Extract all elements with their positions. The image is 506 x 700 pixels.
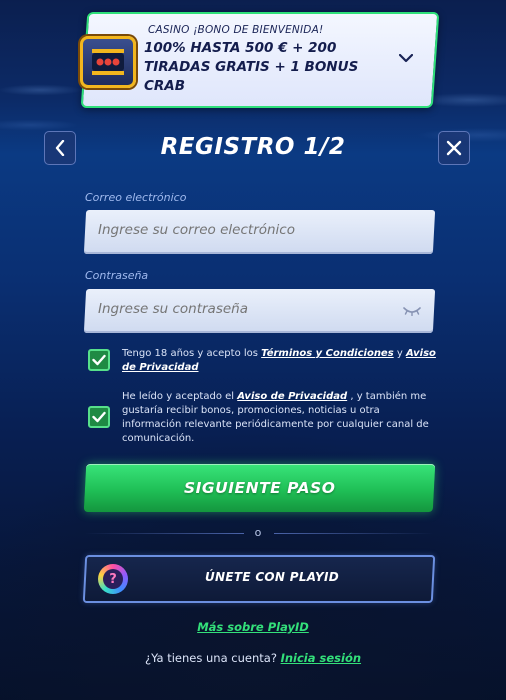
bonus-offer-line: CRAB bbox=[144, 78, 186, 94]
page-title: REGISTRO 1/2 bbox=[160, 134, 346, 160]
consent-text: He leído y aceptado el bbox=[122, 391, 238, 402]
email-input[interactable] bbox=[98, 222, 398, 238]
more-playid-link[interactable]: Más sobre PlayID bbox=[0, 620, 506, 634]
next-step-button[interactable]: SIGUIENTE PASO bbox=[83, 464, 436, 512]
bonus-offer-text: 100% HASTA 500 € + 200 TIRADAS GRATIS + … bbox=[144, 39, 384, 96]
consent-text: Tengo 18 años y acepto los bbox=[122, 348, 262, 359]
divider-left bbox=[84, 533, 244, 534]
age-terms-checkbox[interactable] bbox=[88, 349, 110, 371]
consent-text: y bbox=[393, 348, 406, 359]
close-button[interactable] bbox=[438, 131, 470, 165]
bonus-offer-line: 100% HASTA 500 € + 200 bbox=[144, 40, 337, 56]
bonus-category-label: CASINO ¡BONO DE BIENVENIDA! bbox=[148, 24, 324, 36]
login-prompt-text: ¿Ya tienes una cuenta? bbox=[144, 651, 281, 665]
slot-machine-icon bbox=[80, 36, 136, 88]
password-label: Contraseña bbox=[85, 269, 149, 282]
chevron-down-icon[interactable] bbox=[396, 50, 416, 66]
eye-closed-icon[interactable] bbox=[402, 306, 422, 316]
playid-logo-icon: ? bbox=[98, 564, 128, 594]
divider-right bbox=[274, 533, 434, 534]
terms-link[interactable]: Términos y Condiciones bbox=[261, 348, 394, 359]
bonus-offer-line: TIRADAS GRATIS + 1 BONUS bbox=[144, 59, 359, 75]
marketing-text: He leído y aceptado el Aviso de Privacid… bbox=[122, 390, 442, 446]
marketing-checkbox[interactable] bbox=[88, 406, 110, 428]
age-terms-text: Tengo 18 años y acepto los Términos y Co… bbox=[122, 347, 442, 375]
password-input[interactable] bbox=[98, 301, 398, 317]
login-prompt: ¿Ya tienes una cuenta? Inicia sesión bbox=[0, 651, 506, 665]
email-label: Correo electrónico bbox=[85, 191, 187, 204]
close-icon bbox=[446, 140, 462, 156]
playid-label: ÚNETE CON PLAYID bbox=[204, 570, 340, 584]
next-step-label: SIGUIENTE PASO bbox=[183, 479, 336, 497]
privacy-link[interactable]: Aviso de Privacidad bbox=[237, 391, 347, 402]
login-link[interactable]: Inicia sesión bbox=[281, 651, 361, 665]
check-icon bbox=[92, 354, 106, 366]
check-icon bbox=[92, 411, 106, 423]
divider-or: o bbox=[254, 526, 262, 539]
